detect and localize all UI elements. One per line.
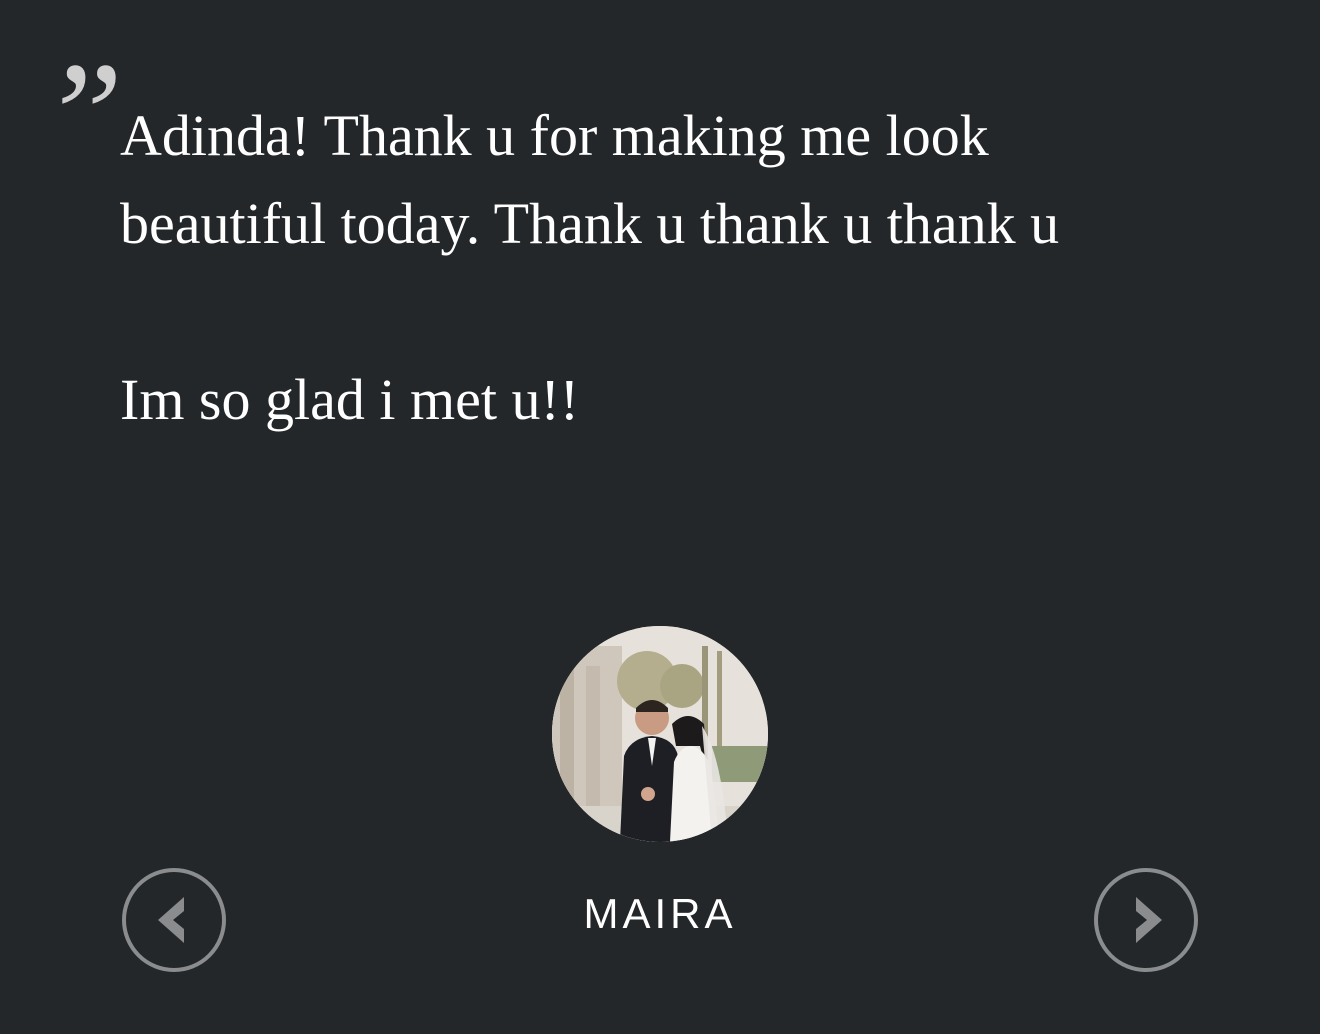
- previous-testimonial-button[interactable]: [121, 867, 227, 973]
- chevron-left-icon: [122, 868, 226, 972]
- author-name: MAIRA: [583, 890, 737, 937]
- couple-photo-image: [552, 626, 768, 842]
- quote-icon: ”: [40, 32, 123, 198]
- author-avatar: [552, 626, 768, 842]
- quote-line: Im so glad i met u!!: [120, 367, 580, 432]
- testimonial-quote: Adinda! Thank u for making me look beaut…: [120, 92, 1180, 444]
- quote-line: Adinda! Thank u for making me look: [120, 103, 989, 168]
- quote-line: beautiful today. Thank u thank u thank u: [120, 191, 1060, 256]
- quote-spacer: [120, 268, 1180, 356]
- next-testimonial-button[interactable]: [1093, 867, 1199, 973]
- chevron-right-icon: [1094, 868, 1198, 972]
